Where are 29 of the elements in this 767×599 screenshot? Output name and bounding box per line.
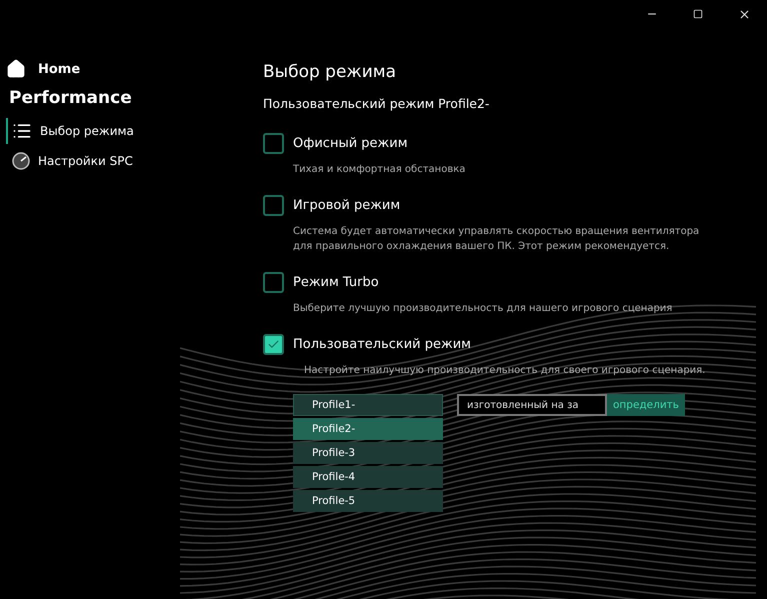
close-icon <box>738 8 750 20</box>
mode-description: Тихая и комфортная обстановка <box>293 163 466 177</box>
dropdown-option[interactable]: Profile-5 <box>293 490 443 512</box>
mode-description: Система будет автоматически управлять скоростью вращения вентилятора для правильного охлаждения вашего ПК. Этот режим рекомендуется. <box>293 225 700 254</box>
checkbox[interactable] <box>263 195 284 216</box>
nav-item[interactable]: Выбор режима <box>6 118 134 144</box>
checkbox[interactable] <box>263 133 284 154</box>
page-subtitle: Пользовательский режим Profile2- <box>263 96 490 111</box>
mode-label: Пользовательский режим <box>293 337 471 352</box>
define-button[interactable]: определить <box>607 394 685 416</box>
name-input-field[interactable]: изготовленный на за <box>457 394 607 416</box>
home-link[interactable]: Home <box>6 56 80 82</box>
maximize-icon <box>693 9 703 19</box>
checkbox[interactable] <box>263 272 284 293</box>
mode-label: Офисный режим <box>293 136 408 151</box>
dropdown-option[interactable]: Profile2- <box>293 418 443 440</box>
gauge-icon <box>12 152 30 170</box>
mode-description: Выберите лучшую производительность для нашего игрового сценария <box>293 302 674 316</box>
dropdown-option[interactable]: Profile-3 <box>293 442 443 464</box>
section-title: Performance <box>9 88 133 108</box>
checkbox[interactable] <box>263 334 284 355</box>
nav-item[interactable]: Настройки SPC <box>6 148 133 174</box>
page-title: Выбор режима <box>263 62 398 82</box>
mode-label: Игровой режим <box>293 198 400 213</box>
mode-label: Режим Turbo <box>293 275 379 290</box>
profile-dropdown[interactable]: Profile1- <box>293 394 443 416</box>
home-icon <box>6 59 26 79</box>
mode-description: Настройте наилучшую производительность для своего игрового сценария. <box>304 364 706 378</box>
dropdown-option[interactable]: Profile-4 <box>293 466 443 488</box>
